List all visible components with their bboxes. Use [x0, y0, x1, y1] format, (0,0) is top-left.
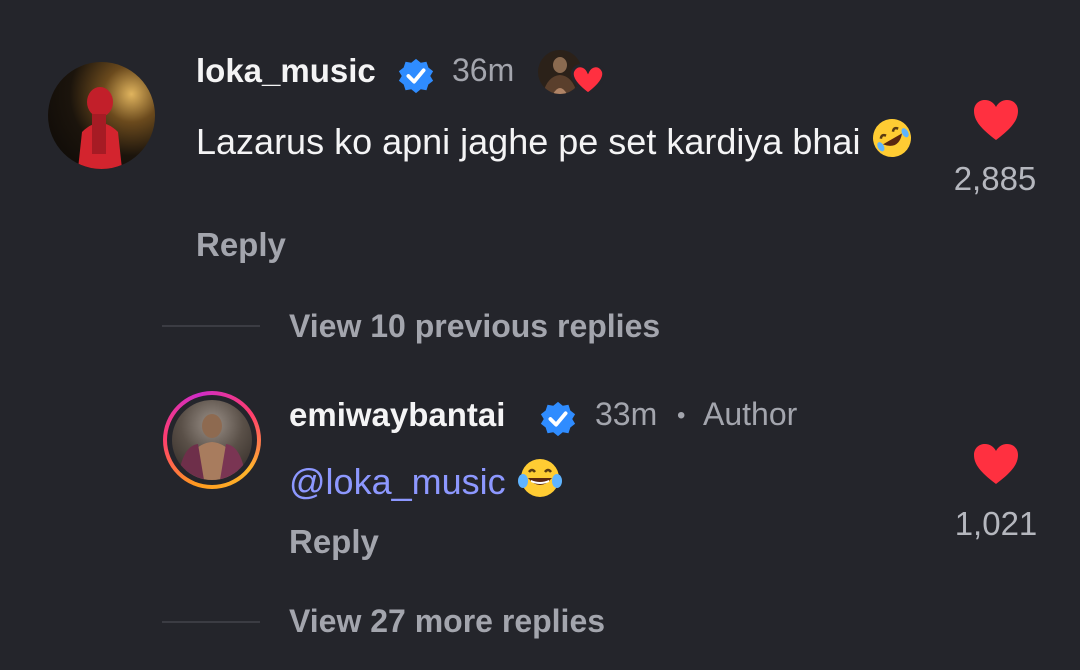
- view-previous-replies-button[interactable]: View 10 previous replies: [289, 308, 660, 345]
- tears-of-joy-emoji-icon: [516, 456, 564, 511]
- comment-text: Lazarus ko apni jaghe pe set kardiya bha…: [196, 116, 936, 171]
- comment-body: Lazarus ko apni jaghe pe set kardiya bha…: [196, 121, 861, 162]
- like-count: 1,021: [954, 505, 1038, 542]
- username[interactable]: emiwaybantai: [289, 396, 505, 434]
- reply-text: @loka_music: [289, 456, 889, 511]
- mention-link[interactable]: @loka_music: [289, 461, 506, 502]
- rolling-on-floor-laughing-emoji-icon: [870, 116, 914, 171]
- reply-button[interactable]: Reply: [196, 226, 286, 264]
- verified-badge-icon: [539, 400, 577, 438]
- thread-divider: [162, 325, 260, 327]
- timestamp: 33m: [595, 396, 658, 432]
- verified-badge-icon: [397, 57, 435, 95]
- username[interactable]: loka_music: [196, 52, 376, 90]
- like-heart-icon[interactable]: [972, 98, 1020, 142]
- timestamp: 36m: [452, 52, 515, 88]
- author-liked-icon: [536, 48, 606, 98]
- reply-button[interactable]: Reply: [289, 523, 379, 561]
- thread-divider: [162, 621, 260, 623]
- author-label: Author: [703, 396, 798, 432]
- meta-separator: •: [677, 402, 686, 429]
- avatar: [172, 400, 252, 480]
- view-more-replies-button[interactable]: View 27 more replies: [289, 603, 605, 640]
- like-count: 2,885: [953, 160, 1037, 197]
- avatar-story-ring[interactable]: [163, 391, 261, 489]
- avatar[interactable]: [48, 62, 155, 169]
- like-heart-icon[interactable]: [972, 442, 1020, 486]
